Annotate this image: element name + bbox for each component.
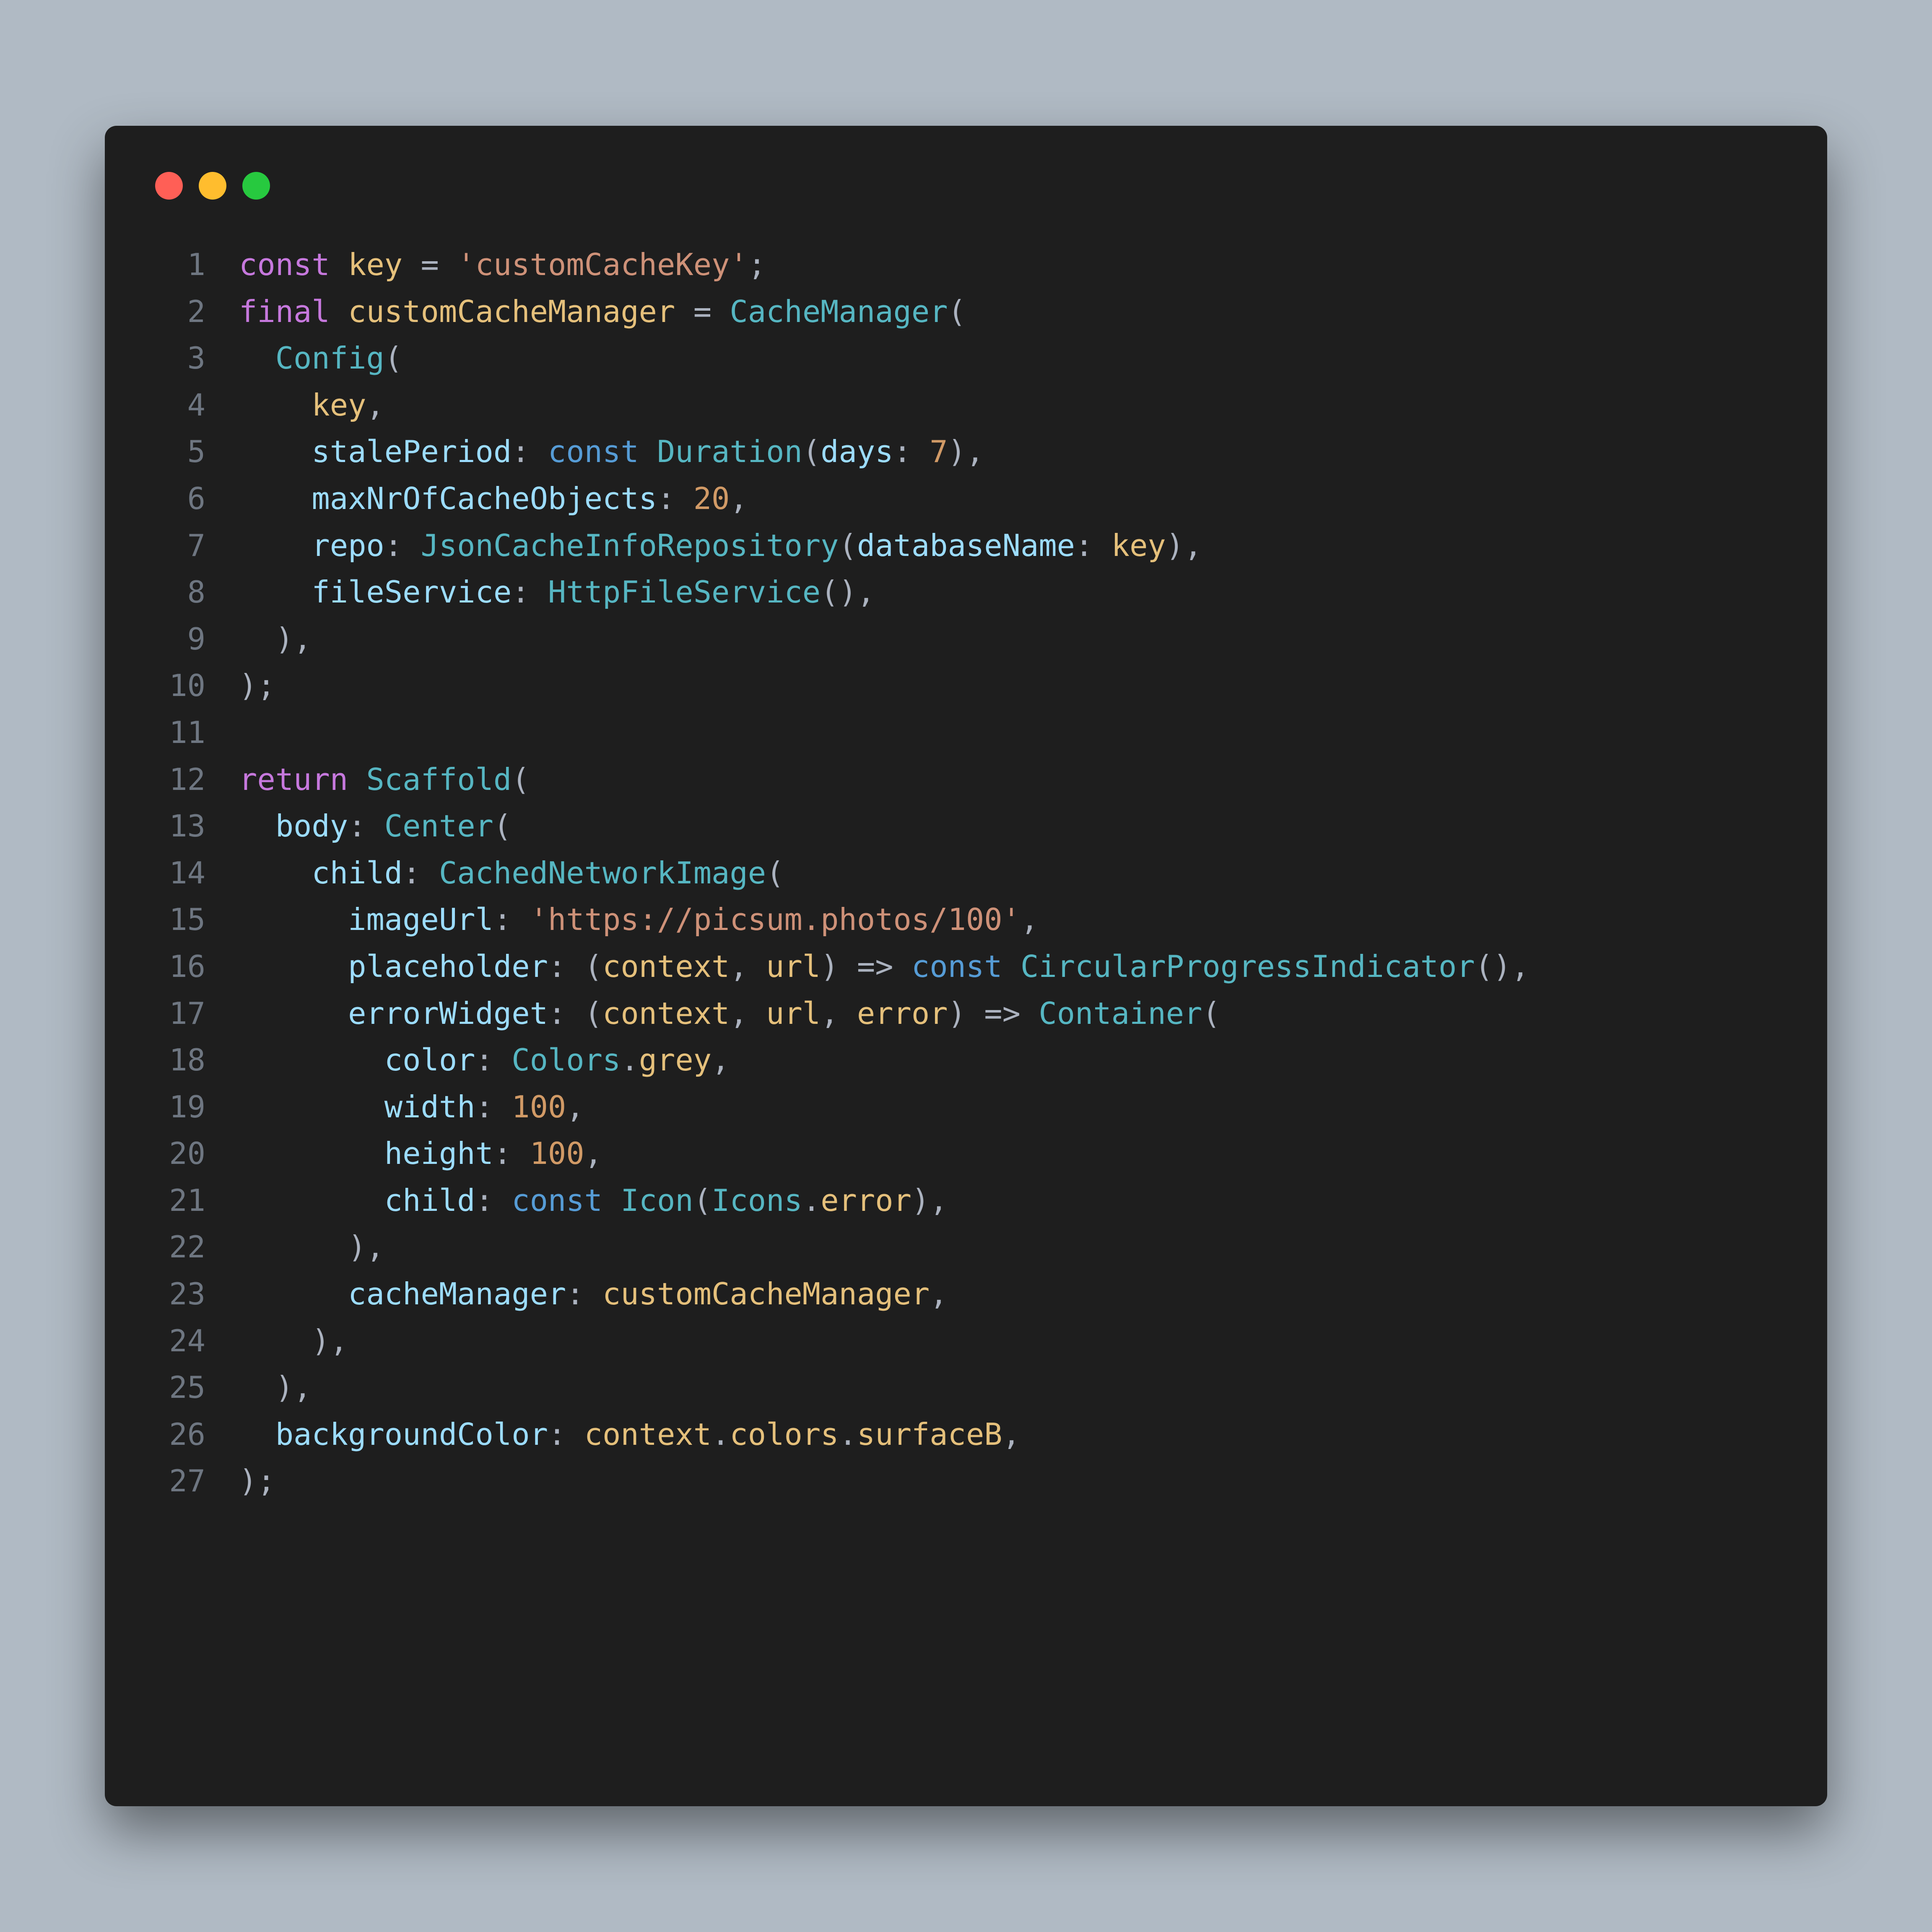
line-content[interactable]: ), [239, 616, 312, 663]
line-number: 15 [151, 896, 205, 943]
code-line[interactable]: 18 color: Colors.grey, [151, 1037, 1781, 1084]
line-number: 5 [151, 428, 205, 475]
code-line[interactable]: 23 cacheManager: customCacheManager, [151, 1271, 1781, 1318]
line-number: 12 [151, 756, 205, 803]
line-number: 22 [151, 1224, 205, 1271]
code-line[interactable]: 9 ), [151, 616, 1781, 663]
line-number: 27 [151, 1458, 205, 1505]
line-content[interactable]: width: 100, [239, 1084, 584, 1131]
line-content[interactable]: imageUrl: 'https://picsum.photos/100', [239, 896, 1039, 943]
code-line[interactable]: 2 final customCacheManager = CacheManager… [151, 288, 1781, 335]
line-content[interactable]: fileService: HttpFileService(), [239, 569, 875, 616]
line-content[interactable]: maxNrOfCacheObjects: 20, [239, 475, 748, 522]
line-number: 26 [151, 1411, 205, 1458]
code-line[interactable]: 14 child: CachedNetworkImage( [151, 850, 1781, 897]
close-icon[interactable] [155, 172, 183, 200]
code-line[interactable]: 5 stalePeriod: const Duration(days: 7), [151, 428, 1781, 475]
line-content[interactable]: repo: JsonCacheInfoRepository(databaseNa… [239, 522, 1202, 569]
line-content[interactable]: ); [239, 662, 275, 709]
zoom-icon[interactable] [242, 172, 270, 200]
line-number: 24 [151, 1318, 205, 1365]
line-number: 25 [151, 1364, 205, 1411]
code-line[interactable]: 21 child: const Icon(Icons.error), [151, 1177, 1781, 1224]
line-content[interactable]: stalePeriod: const Duration(days: 7), [239, 428, 984, 475]
code-line[interactable]: 3 Config( [151, 335, 1781, 382]
line-content[interactable]: errorWidget: (context, url, error) => Co… [239, 990, 1220, 1037]
line-number: 18 [151, 1037, 205, 1084]
line-content[interactable]: key, [239, 382, 384, 429]
line-content[interactable]: cacheManager: customCacheManager, [239, 1271, 948, 1318]
line-content[interactable]: color: Colors.grey, [239, 1037, 730, 1084]
line-content[interactable]: final customCacheManager = CacheManager( [239, 288, 966, 335]
line-content[interactable]: body: Center( [239, 803, 512, 850]
code-line[interactable]: 27); [151, 1458, 1781, 1505]
code-line[interactable]: 11 [151, 709, 1781, 756]
code-line[interactable]: 15 imageUrl: 'https://picsum.photos/100'… [151, 896, 1781, 943]
line-content[interactable]: height: 100, [239, 1130, 602, 1177]
line-number: 3 [151, 335, 205, 382]
code-line[interactable]: 26 backgroundColor: context.colors.surfa… [151, 1411, 1781, 1458]
line-number: 1 [151, 242, 205, 288]
line-content[interactable]: ), [239, 1318, 348, 1365]
line-number: 8 [151, 569, 205, 616]
line-number: 10 [151, 662, 205, 709]
line-number: 11 [151, 709, 205, 756]
line-number: 7 [151, 522, 205, 569]
line-number: 14 [151, 850, 205, 897]
code-line[interactable]: 20 height: 100, [151, 1130, 1781, 1177]
line-number: 17 [151, 990, 205, 1037]
line-number: 21 [151, 1177, 205, 1224]
line-content[interactable]: const key = 'customCacheKey'; [239, 242, 766, 288]
code-line[interactable]: 25 ), [151, 1364, 1781, 1411]
line-number: 4 [151, 382, 205, 429]
code-line[interactable]: 19 width: 100, [151, 1084, 1781, 1131]
code-editor[interactable]: 1 const key = 'customCacheKey'; 2 final cus… [151, 242, 1781, 1505]
line-content[interactable]: return Scaffold( [239, 756, 530, 803]
line-content[interactable]: backgroundColor: context.colors.surfaceB… [239, 1411, 1021, 1458]
code-line[interactable]: 12 return Scaffold( [151, 756, 1781, 803]
minimize-icon[interactable] [199, 172, 226, 200]
line-content[interactable]: child: const Icon(Icons.error), [239, 1177, 948, 1224]
code-line[interactable]: 24 ), [151, 1318, 1781, 1365]
line-number: 9 [151, 616, 205, 663]
code-line[interactable]: 22 ), [151, 1224, 1781, 1271]
code-line[interactable]: 16 placeholder: (context, url) => const … [151, 943, 1781, 990]
code-line[interactable]: 6 maxNrOfCacheObjects: 20, [151, 475, 1781, 522]
code-line[interactable]: 10); [151, 662, 1781, 709]
line-number: 6 [151, 475, 205, 522]
line-number: 23 [151, 1271, 205, 1318]
code-line[interactable]: 1 const key = 'customCacheKey'; [151, 242, 1781, 288]
code-window: 1 const key = 'customCacheKey'; 2 final cus… [105, 126, 1827, 1806]
line-number: 20 [151, 1130, 205, 1177]
code-line[interactable]: 4 key, [151, 382, 1781, 429]
line-content[interactable]: child: CachedNetworkImage( [239, 850, 784, 897]
line-content[interactable]: ); [239, 1458, 275, 1505]
line-content[interactable]: ), [239, 1224, 384, 1271]
line-content[interactable]: placeholder: (context, url) => const Cir… [239, 943, 1530, 990]
code-line[interactable]: 7 repo: JsonCacheInfoRepository(database… [151, 522, 1781, 569]
line-number: 19 [151, 1084, 205, 1131]
line-content[interactable]: ), [239, 1364, 312, 1411]
line-number: 2 [151, 288, 205, 335]
code-line[interactable]: 8 fileService: HttpFileService(), [151, 569, 1781, 616]
code-line[interactable]: 17 errorWidget: (context, url, error) =>… [151, 990, 1781, 1037]
code-line[interactable]: 13 body: Center( [151, 803, 1781, 850]
line-content[interactable]: Config( [239, 335, 402, 382]
line-number: 13 [151, 803, 205, 850]
traffic-lights [155, 172, 1781, 200]
line-number: 16 [151, 943, 205, 990]
